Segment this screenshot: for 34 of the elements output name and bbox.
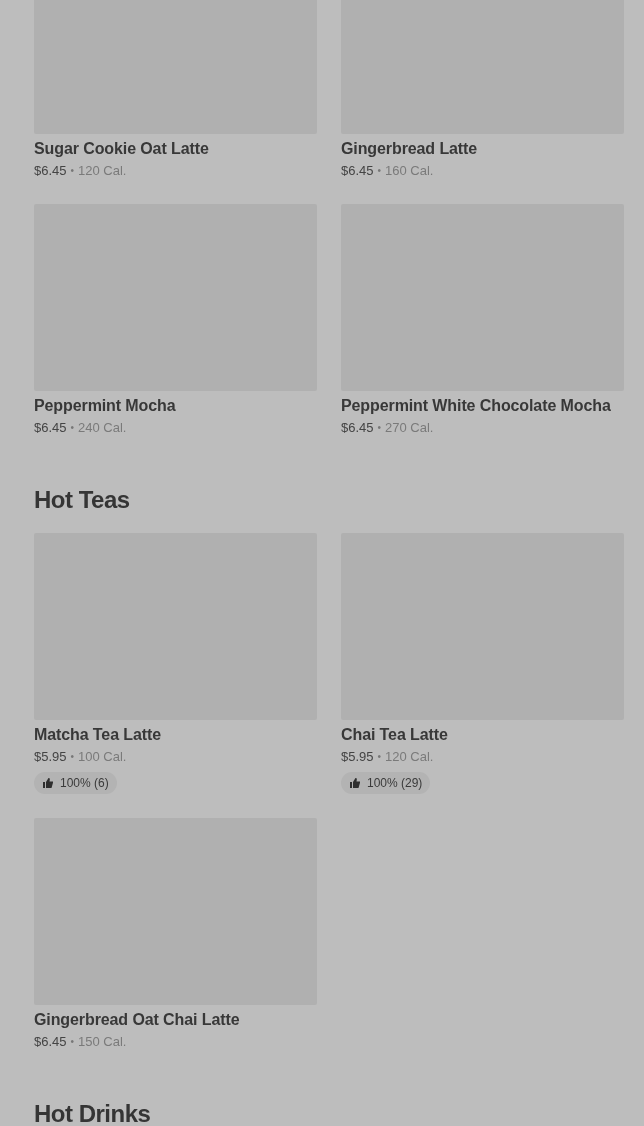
item-name[interactable]: Peppermint Mocha xyxy=(34,396,317,416)
section-heading: Hot Drinks xyxy=(34,1099,152,1126)
separator-dot: • xyxy=(70,750,75,764)
item-name[interactable]: Matcha Tea Latte xyxy=(34,725,317,745)
item-name[interactable]: Gingerbread Latte xyxy=(341,139,624,159)
item-price: $6.45 xyxy=(341,419,374,437)
calories: 160 Cal. xyxy=(385,162,434,180)
item-name[interactable]: Sugar Cookie Oat Latte xyxy=(34,139,317,159)
thumbs-up-icon xyxy=(42,777,54,789)
calories: 270 Cal. xyxy=(385,419,434,437)
item-name[interactable]: Chai Tea Latte xyxy=(341,725,624,745)
section-heading: Hot Teas xyxy=(34,485,131,515)
separator-dot: • xyxy=(70,164,75,178)
item-price: $5.95 xyxy=(341,748,374,766)
item-price: $6.45 xyxy=(341,162,374,180)
calories: 100 Cal. xyxy=(78,748,127,766)
item-price: $5.95 xyxy=(34,748,67,766)
item-name[interactable]: Peppermint White Chocolate Mocha xyxy=(341,396,624,416)
calories: 120 Cal. xyxy=(78,162,127,180)
item-price: $6.45 xyxy=(34,419,67,437)
calories: 120 Cal. xyxy=(385,748,434,766)
separator-dot: • xyxy=(377,164,382,178)
calories: 150 Cal. xyxy=(78,1033,127,1051)
separator-dot: • xyxy=(70,421,75,435)
calories: 240 Cal. xyxy=(78,419,127,437)
separator-dot: • xyxy=(377,750,382,764)
separator-dot: • xyxy=(70,1035,75,1049)
rating-badge: 100% (29) xyxy=(341,772,431,794)
item-price: $6.45 xyxy=(34,1033,67,1051)
item-name[interactable]: Gingerbread Oat Chai Latte xyxy=(34,1010,317,1030)
thumbs-up-icon xyxy=(349,777,361,789)
rating-badge: 100% (6) xyxy=(34,772,117,794)
item-price: $6.45 xyxy=(34,162,67,180)
separator-dot: • xyxy=(377,421,382,435)
